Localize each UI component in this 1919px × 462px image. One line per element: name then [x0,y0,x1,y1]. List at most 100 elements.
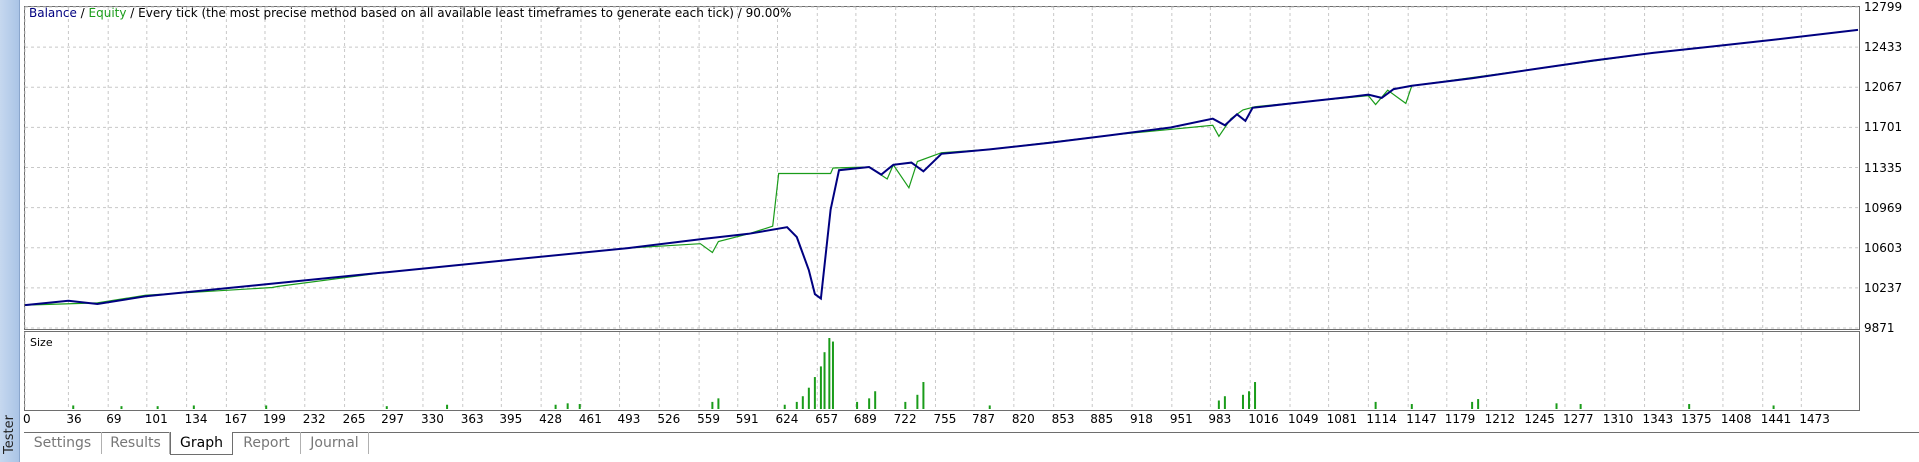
x-tick-label: 1375 [1681,412,1712,426]
volume-bar [1555,403,1558,409]
volume-bar [1477,399,1480,409]
x-tick-label: 526 [657,412,681,426]
volume-bar [856,401,859,409]
x-tick-label: 1245 [1524,412,1555,426]
volume-bar [807,387,810,409]
chart-legend: Balance / Equity / Every tick (the most … [29,6,791,20]
x-tick-label: 395 [499,412,523,426]
volume-bar [717,398,720,409]
y-tick-label: 10237 [1864,280,1903,295]
volume-bar [72,405,75,409]
volume-bar [819,366,822,409]
x-tick-label: 363 [460,412,484,426]
x-tick-label: 1310 [1602,412,1634,426]
volume-bar [1248,391,1251,409]
x-tick-label: 134 [184,412,208,426]
x-tick-label: 1049 [1288,412,1319,426]
y-tick-label: 10603 [1864,240,1903,255]
equity-line [24,29,1859,306]
y-tick-label: 10969 [1864,200,1903,215]
x-tick-label: 297 [381,412,405,426]
y-tick-label: 12067 [1864,80,1903,95]
volume-bar [711,401,714,409]
y-tick-label: 12799 [1864,0,1903,14]
x-tick-label: 1081 [1326,412,1358,426]
x-tick-label: 787 [972,412,995,426]
x-tick-label: 1212 [1484,412,1516,426]
volume-bar [783,404,786,409]
x-tick-label: 657 [815,412,839,426]
balance-line [24,28,1859,307]
x-tick-label: 591 [735,412,759,426]
volume-bar [192,405,195,409]
volume-bar [831,341,834,409]
x-tick-label: 265 [342,412,366,426]
volume-bar [904,401,907,409]
volume-bar [1241,394,1244,409]
x-tick-label: 428 [539,412,563,426]
y-tick-label: 9871 [1864,321,1895,335]
x-tick-label: 1343 [1642,412,1674,426]
volume-bar [120,406,123,409]
volume-bar [554,404,557,409]
x-tick-label: 918 [1130,412,1153,426]
x-tick-label: 1277 [1562,412,1594,426]
volume-bar [922,382,925,409]
volume-bar [1410,404,1413,409]
y-tick-label: 12433 [1864,40,1903,55]
y-tick-label: 11701 [1864,120,1903,135]
x-tick-label: 885 [1090,412,1114,426]
volume-bar [385,406,388,409]
tab-settings[interactable]: Settings [24,432,102,454]
x-tick-label: 1016 [1248,412,1279,426]
x-tick-label: 69 [106,412,122,426]
x-tick-label: 983 [1208,412,1232,426]
volume-bar [916,394,919,409]
volume-bar [265,405,268,409]
x-tick-label: 199 [262,412,286,426]
x-tick-label: 820 [1011,412,1035,426]
volume-bar [1471,401,1474,409]
x-tick-label: 493 [617,412,641,426]
tab-graph[interactable]: Graph [170,432,233,455]
x-tick-label: 1147 [1406,412,1437,426]
chart-svg [24,6,1859,409]
x-tick-label: 0 [23,412,31,426]
volume-bar [801,396,804,409]
x-tick-label: 853 [1051,412,1075,426]
volume-label: Size [30,336,53,349]
x-tick-label: 689 [853,412,877,426]
volume-bar [156,406,159,409]
x-tick-label: 36 [66,412,82,426]
volume-bar [874,391,877,409]
x-tick-label: 1441 [1760,412,1792,426]
legend-equity: Equity [88,6,127,20]
x-tick-label: 1473 [1799,412,1830,426]
x-tick-label: 722 [893,412,917,426]
volume-bar [868,398,871,409]
x-tick-label: 101 [144,412,168,426]
volume-bar [988,405,991,409]
volume-bar [1772,405,1775,409]
volume-bar [1374,401,1377,409]
x-tick-label: 461 [578,412,602,426]
volume-bar [1223,396,1226,409]
volume-bar [1217,400,1220,409]
x-tick-label: 167 [224,412,248,426]
tab-journal[interactable]: Journal [301,432,369,454]
tab-report[interactable]: Report [233,432,301,454]
tester-tabs: Settings Results Graph Report Journal [24,432,1919,455]
volume-bar [446,404,449,409]
x-tick-label: 559 [697,412,721,426]
x-tick-label: 624 [775,412,799,426]
volume-bar [578,404,581,409]
volume-bar [1688,404,1691,409]
legend-info: / Every tick (the most precise method ba… [126,6,792,20]
volume-bar [828,338,831,409]
x-tick-label: 232 [302,412,326,426]
legend-separator: / [76,6,89,20]
tab-results[interactable]: Results [102,432,170,454]
x-tick-label: 1179 [1444,412,1476,426]
x-tick-label: 330 [420,412,444,426]
x-tick-label: 1114 [1366,412,1397,426]
